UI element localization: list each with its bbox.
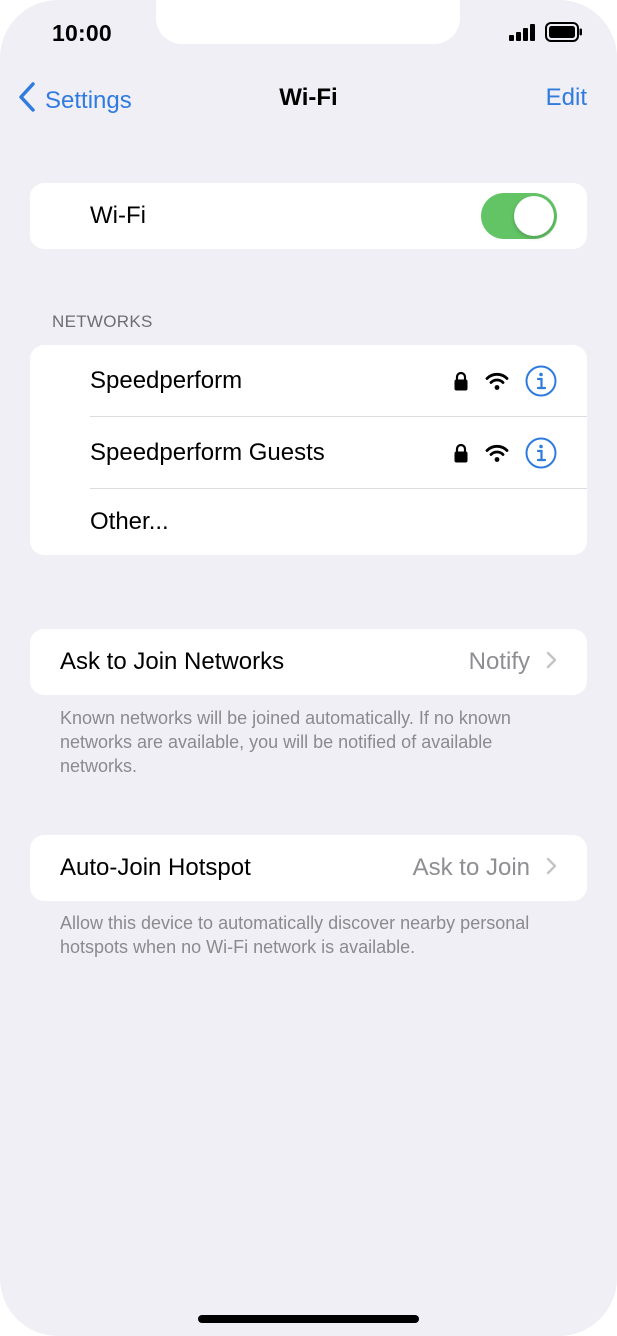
lock-icon bbox=[453, 443, 469, 468]
ask-to-join-label: Ask to Join Networks bbox=[60, 648, 285, 675]
auto-join-hotspot-label: Auto-Join Hotspot bbox=[60, 854, 251, 881]
battery-icon bbox=[545, 22, 583, 47]
auto-join-hotspot-value: Ask to Join bbox=[413, 835, 557, 901]
phone-screen: 10:00 Settings Wi-Fi Edit Wi-Fi NETWORKS… bbox=[0, 0, 617, 1336]
cellular-signal-icon bbox=[509, 23, 537, 46]
chevron-right-icon bbox=[530, 648, 557, 676]
toggle-knob bbox=[514, 196, 554, 236]
ask-to-join-value: Notify bbox=[469, 629, 557, 695]
network-status-icons bbox=[453, 437, 557, 474]
ask-to-join-group: Ask to Join Networks Notify bbox=[30, 629, 587, 695]
navigation-bar: Settings Wi-Fi Edit bbox=[0, 76, 617, 122]
wifi-signal-icon bbox=[485, 372, 509, 395]
ask-to-join-row[interactable]: Ask to Join Networks Notify bbox=[30, 629, 587, 695]
auto-join-hotspot-group: Auto-Join Hotspot Ask to Join bbox=[30, 835, 587, 901]
auto-join-hotspot-row[interactable]: Auto-Join Hotspot Ask to Join bbox=[30, 835, 587, 901]
auto-join-hotspot-note: Allow this device to automatically disco… bbox=[60, 913, 530, 957]
network-row[interactable]: Speedperform bbox=[30, 345, 587, 417]
status-time: 10:00 bbox=[52, 20, 112, 46]
wifi-toggle-group: Wi-Fi bbox=[30, 183, 587, 249]
network-name: Speedperform Guests bbox=[90, 439, 325, 466]
wifi-signal-icon bbox=[485, 444, 509, 467]
auto-join-hotspot-value-text: Ask to Join bbox=[412, 854, 530, 881]
edit-button[interactable]: Edit bbox=[546, 84, 587, 112]
notch bbox=[156, 0, 460, 44]
ask-to-join-value-text: Notify bbox=[468, 648, 530, 675]
ask-to-join-note: Known networks will be joined automatica… bbox=[60, 708, 511, 776]
lock-icon bbox=[453, 371, 469, 396]
chevron-right-icon bbox=[530, 854, 557, 882]
network-status-icons bbox=[453, 365, 557, 402]
other-network-row[interactable]: Other... bbox=[30, 489, 587, 555]
page-title: Wi-Fi bbox=[279, 84, 338, 111]
network-name: Speedperform bbox=[90, 367, 243, 394]
info-icon[interactable] bbox=[525, 437, 557, 474]
networks-section-header: NETWORKS bbox=[52, 312, 153, 331]
info-icon[interactable] bbox=[525, 365, 557, 402]
status-icons bbox=[509, 22, 583, 47]
wifi-toggle-row: Wi-Fi bbox=[30, 183, 587, 249]
networks-list: Speedperform Speedperform Guests Other..… bbox=[30, 345, 587, 555]
wifi-toggle-switch[interactable] bbox=[481, 193, 557, 239]
home-indicator[interactable] bbox=[198, 1315, 419, 1323]
other-network-label: Other... bbox=[90, 508, 169, 535]
wifi-toggle-label: Wi-Fi bbox=[90, 202, 146, 229]
network-row[interactable]: Speedperform Guests bbox=[30, 417, 587, 489]
